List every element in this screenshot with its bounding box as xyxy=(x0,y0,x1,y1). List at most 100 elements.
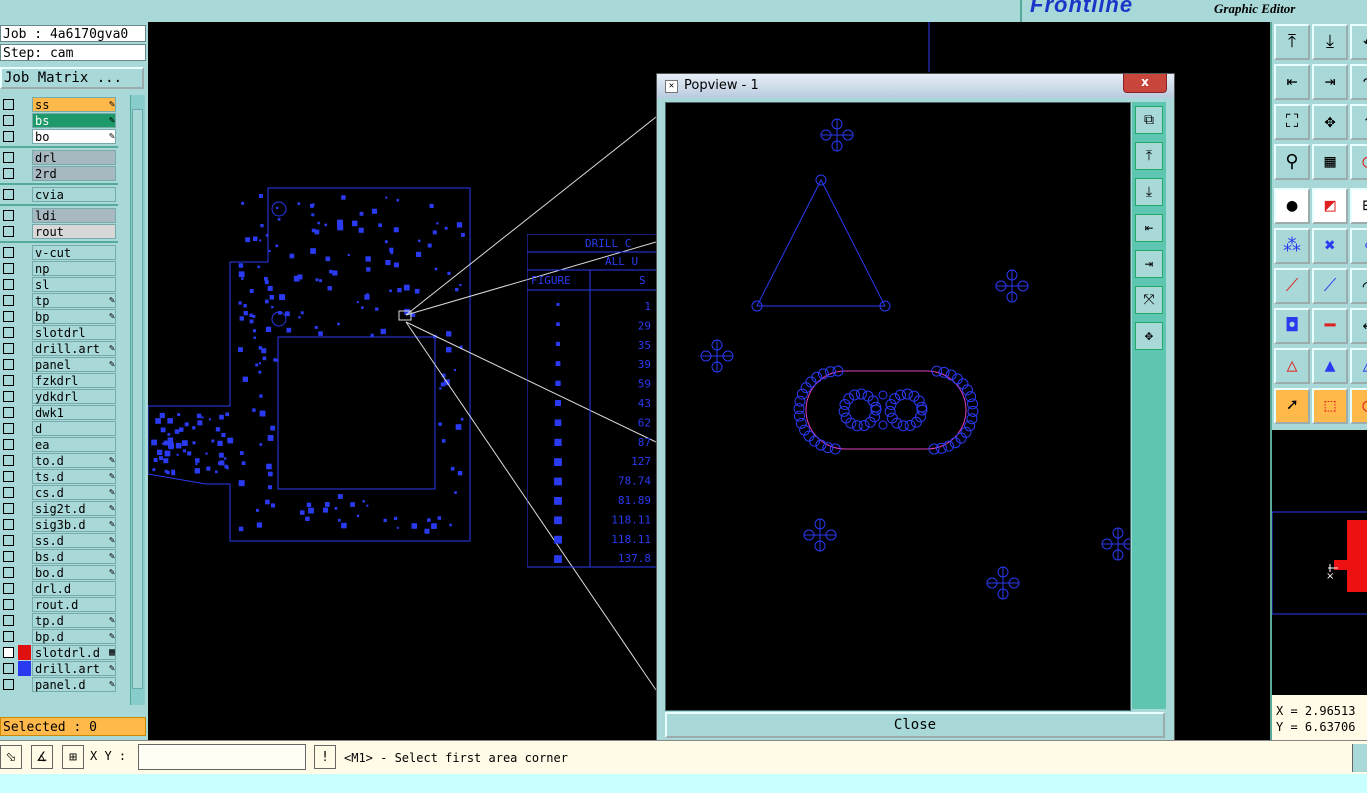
layer-row[interactable]: drill.art ✎ xyxy=(0,661,118,676)
snap-mode-button[interactable]: ⊞ xyxy=(62,745,84,769)
layer-checkbox[interactable] xyxy=(3,210,14,221)
layer-row[interactable]: np xyxy=(0,261,118,276)
arc-tool[interactable]: ⌒ xyxy=(1350,268,1367,304)
info-button[interactable]: ! xyxy=(314,745,336,769)
angle-mode-button[interactable]: ∡ xyxy=(31,745,53,769)
layer-row[interactable]: ss ✎ xyxy=(0,97,118,112)
layer-checkbox[interactable] xyxy=(3,115,14,126)
layer-row[interactable]: dwk1 xyxy=(0,405,118,420)
layer-row[interactable]: to.d ✎ xyxy=(0,453,118,468)
layer-name[interactable]: sig2t.d xyxy=(32,501,116,516)
layer-row[interactable]: v-cut xyxy=(0,245,118,260)
line-tool[interactable]: ⟋ xyxy=(1274,268,1310,304)
layer-row[interactable]: panel.d ✎ xyxy=(0,677,118,692)
connect-tool[interactable]: ⁂ xyxy=(1274,228,1310,264)
measure-tool[interactable]: ⚲ xyxy=(1274,144,1310,180)
arrow-left-tool[interactable]: ← xyxy=(1350,308,1367,344)
layer-checkbox[interactable] xyxy=(3,359,14,370)
layer-name[interactable]: sig3b.d xyxy=(32,517,116,532)
pan-down-icon[interactable]: ⤓ xyxy=(1135,178,1163,206)
layer-checkbox[interactable] xyxy=(3,391,14,402)
delete-tool[interactable]: ✖ xyxy=(1312,228,1348,264)
zoom-in-tool[interactable]: ↑ xyxy=(1350,104,1367,140)
layer-checkbox[interactable] xyxy=(3,663,14,674)
layer-row[interactable]: 2rd xyxy=(0,166,118,181)
layer-name[interactable]: 2rd xyxy=(32,166,116,181)
layer-checkbox[interactable] xyxy=(3,423,14,434)
layer-checkbox[interactable] xyxy=(3,131,14,142)
layer-checkbox[interactable] xyxy=(3,615,14,626)
add-pad-tool[interactable]: ● xyxy=(1274,188,1310,224)
layer-row[interactable]: drill.art ✎ xyxy=(0,341,118,356)
window-close-button[interactable]: x xyxy=(1123,74,1167,93)
layer-name[interactable]: rout.d xyxy=(32,597,116,612)
select-tool[interactable]: ➚ xyxy=(1274,388,1310,424)
layer-color-swatch[interactable] xyxy=(18,645,31,660)
copy-tool[interactable]: ⊞ xyxy=(1350,188,1367,224)
layer-row[interactable]: bo.d ✎ xyxy=(0,565,118,580)
layer-checkbox[interactable] xyxy=(3,647,14,658)
layer-checkbox[interactable] xyxy=(3,535,14,546)
layer-name[interactable]: tp.d xyxy=(32,613,116,628)
layer-checkbox[interactable] xyxy=(3,295,14,306)
layer-name[interactable]: bs.d xyxy=(32,549,116,564)
layer-checkbox[interactable] xyxy=(3,567,14,578)
layer-checkbox[interactable] xyxy=(3,311,14,322)
layer-row[interactable]: tp.d ✎ xyxy=(0,613,118,628)
pan-left-icon[interactable]: ⇤ xyxy=(1135,214,1163,242)
layer-name[interactable]: ldi xyxy=(32,208,116,223)
layer-checkbox[interactable] xyxy=(3,599,14,610)
layer-row[interactable]: cvia xyxy=(0,187,118,202)
redo-tool[interactable]: ↷ xyxy=(1350,64,1367,100)
layer-row[interactable]: panel ✎ xyxy=(0,357,118,372)
layer-checkbox[interactable] xyxy=(3,631,14,642)
layer-list-scrollbar[interactable] xyxy=(130,95,145,705)
layer-row[interactable]: ts.d ✎ xyxy=(0,469,118,484)
layer-checkbox[interactable] xyxy=(3,375,14,386)
layer-name[interactable]: d xyxy=(32,421,116,436)
layer-row[interactable]: ss.d ✎ xyxy=(0,533,118,548)
layer-checkbox[interactable] xyxy=(3,583,14,594)
layer-checkbox[interactable] xyxy=(3,407,14,418)
layer-checkbox[interactable] xyxy=(3,189,14,200)
job-matrix-button[interactable]: Job Matrix ... xyxy=(0,67,144,89)
zoom-fit-tool[interactable]: ⛶ xyxy=(1274,104,1310,140)
layer-name[interactable]: drill.art xyxy=(32,341,116,356)
layer-name[interactable]: bo.d xyxy=(32,565,116,580)
layer-name[interactable]: drl xyxy=(32,150,116,165)
layer-checkbox[interactable] xyxy=(3,455,14,466)
polygon3-tool[interactable]: ◬ xyxy=(1350,348,1367,384)
grid-tool[interactable]: ▦ xyxy=(1312,144,1348,180)
layer-checkbox[interactable] xyxy=(3,279,14,290)
layer-checkbox[interactable] xyxy=(3,226,14,237)
layer-row[interactable]: bo ✎ xyxy=(0,129,118,144)
close-button[interactable]: Close xyxy=(665,712,1165,738)
layer-name[interactable]: cvia xyxy=(32,187,116,202)
layer-checkbox[interactable] xyxy=(3,343,14,354)
select-area-tool[interactable]: ⬚ xyxy=(1312,388,1348,424)
layer-name[interactable]: dwk1 xyxy=(32,405,116,420)
layer-row[interactable]: bp ✎ xyxy=(0,309,118,324)
layer-row[interactable]: sig3b.d ✎ xyxy=(0,517,118,532)
layer-name[interactable]: bp.d xyxy=(32,629,116,644)
layer-row[interactable]: drl xyxy=(0,150,118,165)
layer-name[interactable]: panel xyxy=(32,357,116,372)
layer-row[interactable]: sig2t.d ✎ xyxy=(0,501,118,516)
move-tool[interactable]: ◩ xyxy=(1312,188,1348,224)
layer-row[interactable]: rout xyxy=(0,224,118,239)
layer-checkbox[interactable] xyxy=(3,327,14,338)
pan-right-tool[interactable]: ⇥ xyxy=(1312,64,1348,100)
layer-row[interactable]: d xyxy=(0,421,118,436)
zoom-window-icon[interactable]: ⧉ xyxy=(1135,106,1163,134)
layer-name[interactable]: np xyxy=(32,261,116,276)
layer-name[interactable]: to.d xyxy=(32,453,116,468)
xy-input[interactable] xyxy=(138,744,306,770)
layer-row[interactable]: bs.d ✎ xyxy=(0,549,118,564)
layer-row[interactable]: cs.d ✎ xyxy=(0,485,118,500)
layer-row[interactable]: slotdrl xyxy=(0,325,118,340)
layer-name[interactable]: ss xyxy=(32,97,116,112)
overview-minimap[interactable]: × xyxy=(1270,430,1367,695)
layer-checkbox[interactable] xyxy=(3,519,14,530)
layer-checkbox[interactable] xyxy=(3,551,14,562)
polygon2-tool[interactable]: ▲ xyxy=(1312,348,1348,384)
